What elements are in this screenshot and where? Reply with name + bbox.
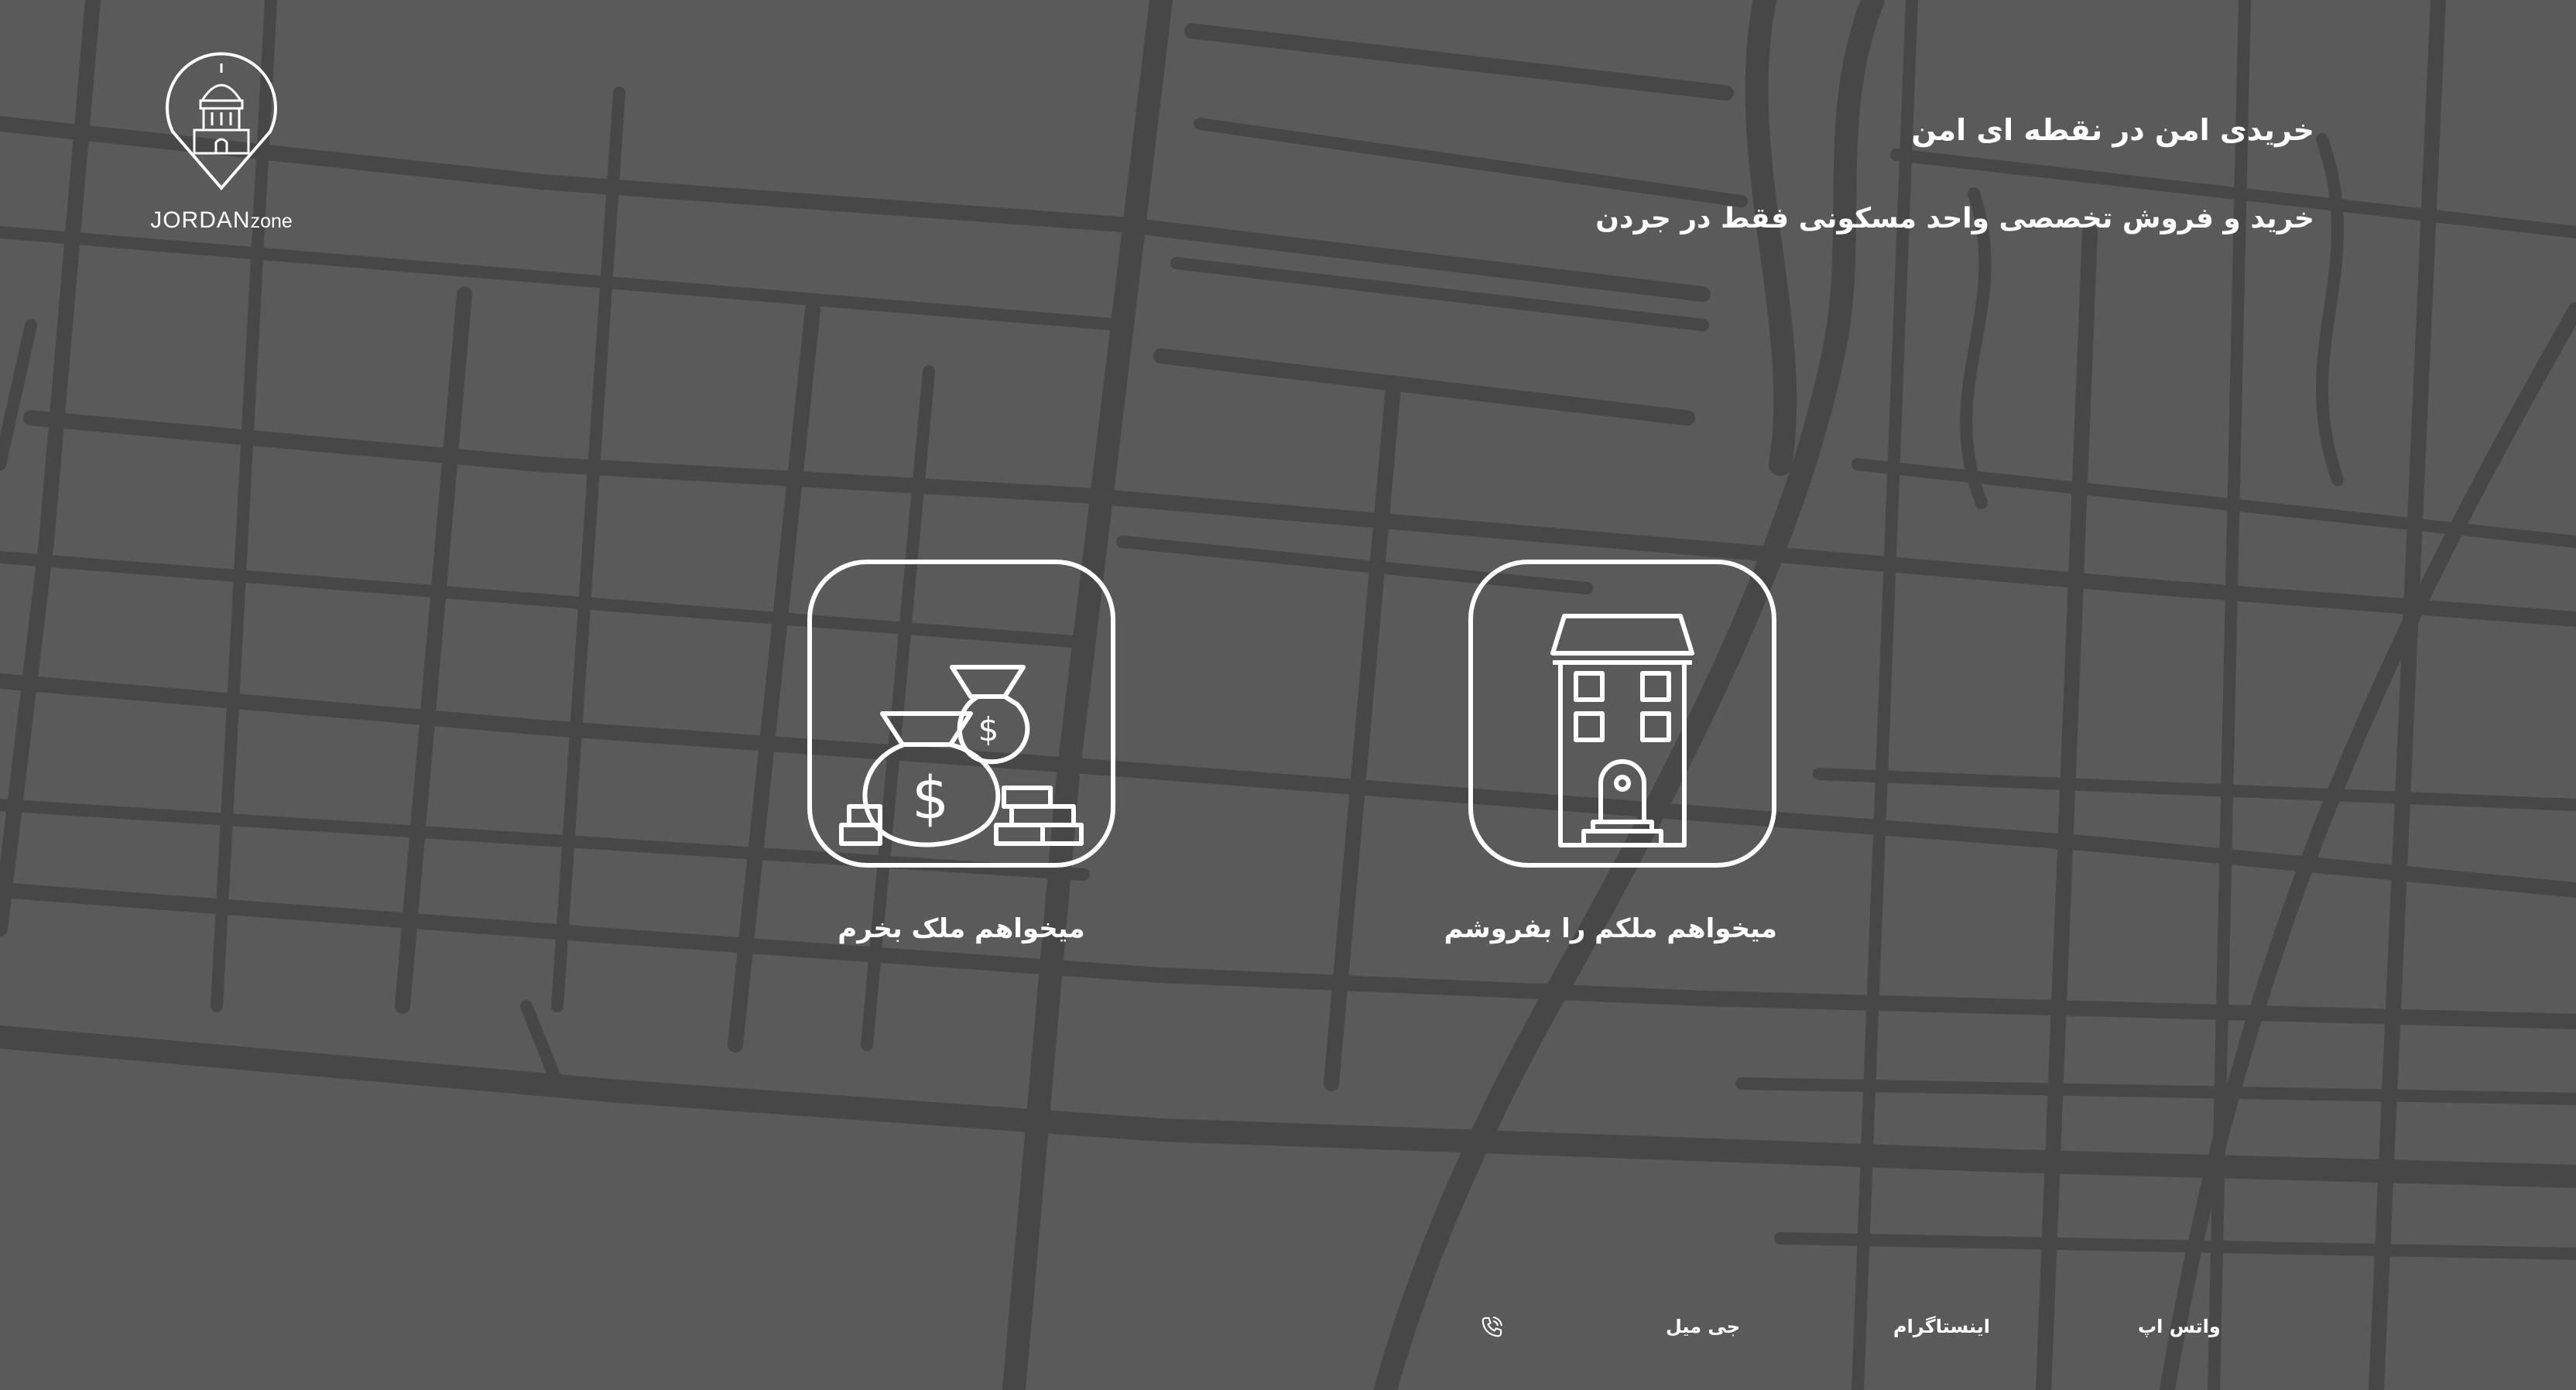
house-building-icon (1468, 560, 1776, 868)
buy-property-card[interactable]: $ $ میخواهم ملک بخرم (807, 559, 1116, 944)
buy-property-label: میخواهم ملک بخرم (838, 913, 1085, 944)
gmail-link[interactable]: جی میل (1666, 1316, 1740, 1337)
dome-building-icon (166, 52, 277, 191)
money-bags-icon: $ $ (807, 560, 1115, 868)
instagram-link[interactable]: اینستاگرام (1893, 1316, 1990, 1337)
brand-name: JORDANzone (144, 207, 299, 234)
brand-name-main: JORDAN (150, 207, 251, 233)
svg-text:$: $ (912, 763, 949, 832)
phone-icon[interactable] (1478, 1314, 1505, 1340)
sell-property-card[interactable]: میخواهم ملکم را بفروشم (1444, 559, 1777, 944)
hero-subtitle: خرید و فروش تخصصی واحد مسکونی فقط در جرد… (1595, 203, 2314, 235)
svg-text:$: $ (978, 710, 999, 748)
whatsapp-link[interactable]: واتس اپ (2138, 1316, 2221, 1337)
hero-title: خریدی امن در نقطه ای امن (1911, 113, 2314, 147)
sell-property-label: میخواهم ملکم را بفروشم (1444, 913, 1777, 944)
brand-name-suffix: zone (250, 211, 293, 232)
brand-logo[interactable]: JORDANzone (144, 46, 299, 234)
